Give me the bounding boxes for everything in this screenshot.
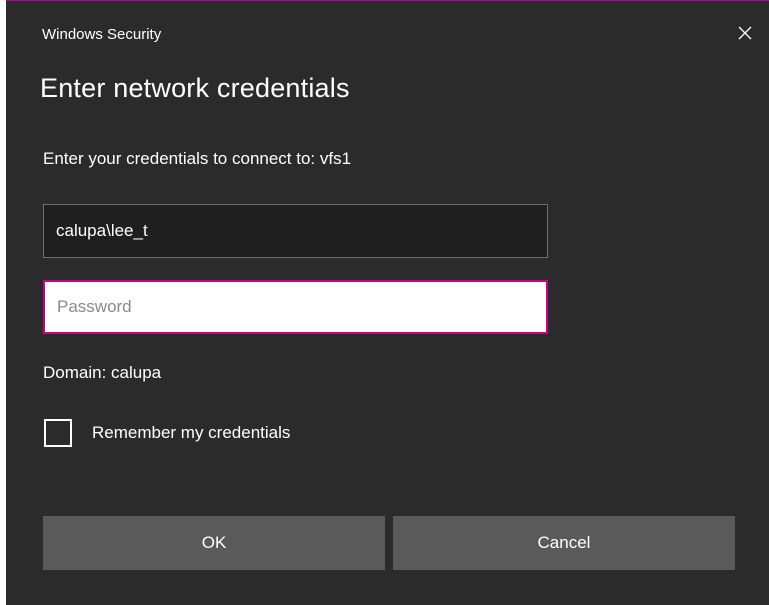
remember-credentials-option[interactable]: Remember my credentials [44,419,290,447]
credentials-dialog: Windows Security Enter network credentia… [6,0,769,605]
username-field[interactable] [43,204,548,258]
domain-label: Domain: calupa [43,363,162,382]
remember-checkbox[interactable] [44,419,72,447]
ok-button[interactable]: OK [43,516,385,570]
cancel-button[interactable]: Cancel [393,516,735,570]
connection-description: Enter your credentials to connect to: vf… [43,149,352,168]
close-icon [738,26,752,40]
dialog-heading: Enter network credentials [40,73,350,103]
password-field[interactable] [43,280,548,334]
window-title: Windows Security [42,26,162,43]
close-button[interactable] [727,15,763,51]
remember-label: Remember my credentials [92,423,291,442]
